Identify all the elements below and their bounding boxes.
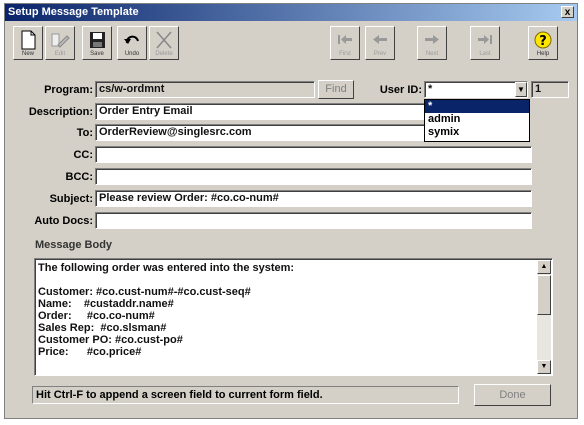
status-bar: Hit Ctrl-F to append a screen field to c… <box>32 386 459 404</box>
edit-label: Edit <box>54 51 66 57</box>
delete-icon <box>156 31 172 49</box>
program-label: Program: <box>44 84 93 96</box>
cc-label: CC: <box>73 149 93 161</box>
userid-option-admin[interactable]: admin <box>425 113 529 126</box>
body-line: Order: #co.co-num# <box>38 310 155 322</box>
next-button[interactable]: Next <box>417 26 447 60</box>
undo-icon <box>124 35 139 44</box>
vertical-scrollbar[interactable]: ▲ ▼ <box>537 260 551 374</box>
help-icon: ? <box>534 31 552 49</box>
find-button[interactable]: Find <box>318 80 354 99</box>
cc-field[interactable] <box>95 146 532 163</box>
save-button[interactable]: Save <box>82 26 112 60</box>
done-button[interactable]: Done <box>474 384 551 406</box>
message-body-textarea[interactable]: The following order was entered into the… <box>34 258 553 376</box>
last-label: Last <box>479 51 491 57</box>
body-line <box>35 274 552 286</box>
body-line: Customer PO: #co.cust-po# <box>38 334 183 346</box>
last-icon <box>478 35 492 44</box>
last-button[interactable]: Last <box>470 26 500 60</box>
document-icon <box>21 30 36 50</box>
scroll-thumb[interactable] <box>537 275 551 315</box>
edit-button[interactable]: Edit <box>45 26 75 60</box>
autodocs-label: Auto Docs: <box>34 215 93 227</box>
svg-text:?: ? <box>539 34 547 49</box>
autodocs-field[interactable] <box>95 212 532 229</box>
program-field[interactable]: cs/w-ordmnt <box>95 81 315 98</box>
delete-button[interactable]: Delete <box>149 26 179 60</box>
userid-value: * <box>428 83 433 95</box>
scroll-down-arrow-icon[interactable]: ▼ <box>537 360 551 374</box>
body-line: Name: #custaddr.name# <box>38 298 174 310</box>
close-button[interactable]: x <box>561 6 574 18</box>
help-button[interactable]: ? Help <box>528 26 558 60</box>
body-line: Sales Rep: #co.slsman# <box>38 322 167 334</box>
body-line: The following order was entered into the… <box>38 262 295 274</box>
subject-field[interactable]: Please review Order: #co.co-num# <box>95 190 532 207</box>
first-button[interactable]: First <box>330 26 360 60</box>
to-field[interactable]: OrderReview@singlesrc.com <box>95 124 425 141</box>
body-line: Customer: #co.cust-num#-#co.cust-seq# <box>38 286 251 298</box>
userid-count-field: 1 <box>531 81 569 98</box>
userid-dropdown-arrow[interactable]: ▼ <box>515 82 527 97</box>
userid-dropdown-list: * admin symix <box>424 99 530 142</box>
prev-icon <box>373 35 387 44</box>
next-label: Next <box>425 51 439 57</box>
undo-label: Undo <box>124 51 140 57</box>
first-icon <box>338 35 352 44</box>
bcc-label: BCC: <box>65 171 94 183</box>
scroll-up-arrow-icon[interactable]: ▲ <box>537 260 551 274</box>
body-line: Price: #co.price# <box>38 346 142 358</box>
delete-label: Delete <box>155 51 173 57</box>
userid-option-symix[interactable]: symix <box>425 126 529 139</box>
bcc-field[interactable] <box>95 168 532 185</box>
edit-icon <box>51 33 70 48</box>
new-button[interactable]: New <box>13 26 43 60</box>
prev-button[interactable]: Prev <box>365 26 395 60</box>
description-label: Description: <box>28 106 93 118</box>
first-label: First <box>339 51 351 57</box>
floppy-icon <box>90 32 105 48</box>
new-label: New <box>21 51 34 57</box>
userid-label: User ID: <box>379 84 422 96</box>
undo-button[interactable]: Undo <box>117 26 147 60</box>
userid-option-all[interactable]: * <box>425 100 529 113</box>
next-icon <box>425 35 439 44</box>
window-title: Setup Message Template <box>8 6 139 18</box>
userid-select[interactable]: * <box>424 81 528 98</box>
subject-label: Subject: <box>49 193 93 205</box>
help-label: Help <box>536 51 550 57</box>
save-label: Save <box>90 51 104 57</box>
setup-message-template-window: Setup Message Template x New Edit Save U… <box>4 3 578 419</box>
prev-label: Prev <box>373 51 387 57</box>
description-field[interactable]: Order Entry Email <box>95 103 425 120</box>
message-body-label: Message Body <box>35 239 113 251</box>
title-bar: Setup Message Template x <box>5 4 577 21</box>
to-label: To: <box>76 127 93 139</box>
